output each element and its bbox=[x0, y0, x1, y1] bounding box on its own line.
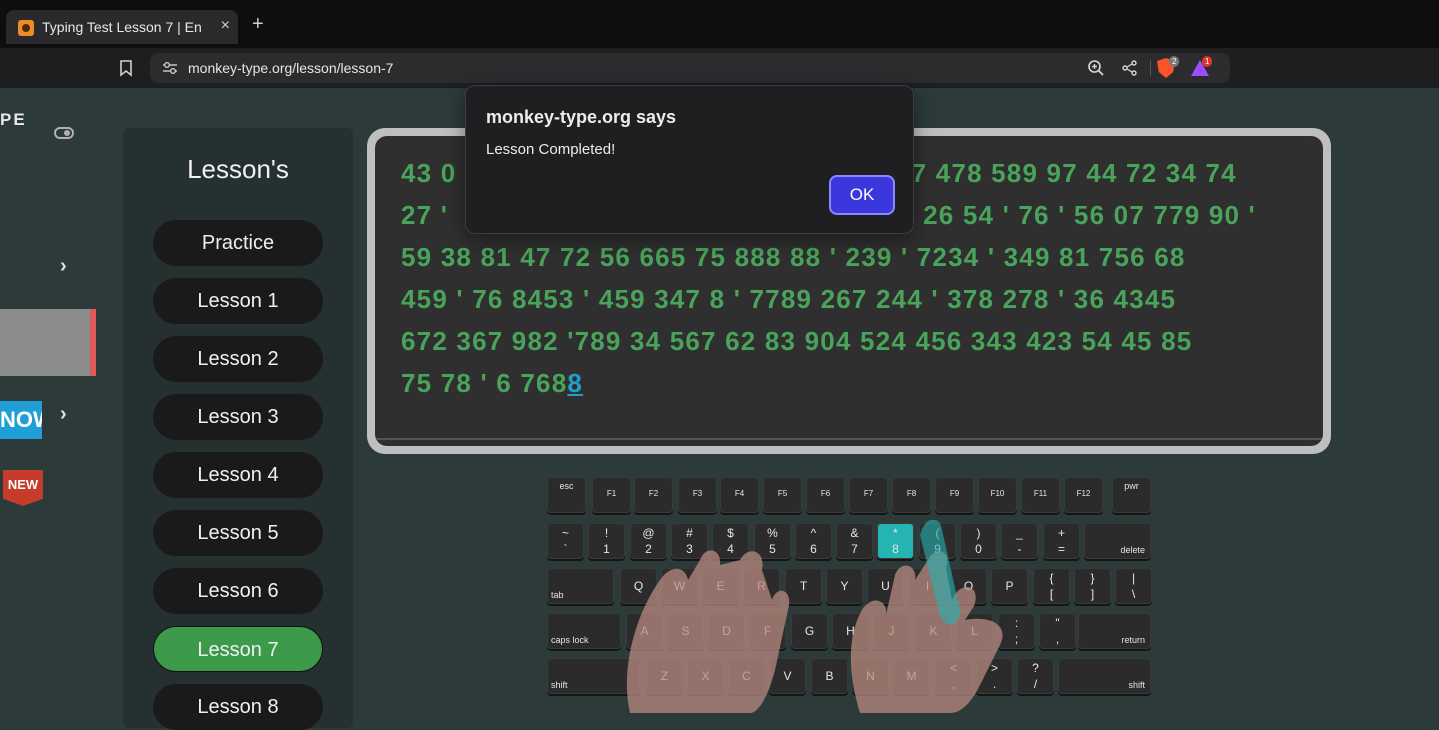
text-line-6-typed: 75 78 ' 6 768 bbox=[401, 368, 568, 398]
text-box-divider bbox=[375, 438, 1323, 440]
lesson-3-button[interactable]: Lesson 3 bbox=[153, 394, 323, 440]
key-`-label: ` bbox=[563, 542, 568, 556]
key-f9[interactable]: F9 bbox=[935, 477, 974, 513]
lesson-8-button[interactable]: Lesson 8 bbox=[153, 684, 323, 730]
chevron-right-icon[interactable]: › bbox=[60, 255, 67, 278]
monkey-favicon-icon bbox=[18, 20, 34, 36]
key-f5-label: F5 bbox=[777, 489, 788, 498]
lessons-heading: Lesson's bbox=[187, 154, 289, 184]
key-f11-label: F11 bbox=[1033, 489, 1048, 498]
text-line-1: 43 0 bbox=[401, 158, 456, 189]
lesson-7-button[interactable]: Lesson 7 bbox=[153, 626, 323, 672]
key-delete-label: delete bbox=[1120, 545, 1145, 555]
key-f10[interactable]: F10 bbox=[978, 477, 1017, 513]
key-f5[interactable]: F5 bbox=[763, 477, 802, 513]
key-f4[interactable]: F4 bbox=[720, 477, 759, 513]
key-\-label: | bbox=[1131, 571, 1136, 585]
key-`-label: ~ bbox=[561, 526, 569, 540]
key-pwr-label: pwr bbox=[1124, 481, 1139, 491]
key-shift-right-label: shift bbox=[1128, 680, 1145, 690]
lesson-practice-button[interactable]: Practice bbox=[153, 220, 323, 266]
key-shift-left-label: shift bbox=[551, 680, 568, 690]
tab-close-icon[interactable]: × bbox=[221, 17, 230, 35]
key-f3-label: F3 bbox=[692, 489, 703, 498]
hands-overlay bbox=[626, 520, 1003, 713]
site-settings-icon[interactable] bbox=[162, 61, 178, 75]
key-f11[interactable]: F11 bbox=[1021, 477, 1060, 513]
shields-count-badge: 2 bbox=[1169, 56, 1180, 67]
new-badge: NEW bbox=[3, 470, 43, 506]
text-line-5: 672 367 982 '789 34 567 62 83 904 524 45… bbox=[401, 326, 1193, 356]
key-f1-label: F1 bbox=[606, 489, 617, 498]
text-line-1-right: 67 478 589 97 44 72 34 74 bbox=[896, 158, 1237, 188]
key-shift-right[interactable]: shift bbox=[1058, 658, 1151, 694]
site-logo[interactable]: PE bbox=[0, 110, 27, 130]
tab-bar: Typing Test Lesson 7 | En × + bbox=[0, 0, 1439, 48]
key-esc[interactable]: esc bbox=[547, 477, 586, 513]
rewards-count-badge: 1 bbox=[1202, 56, 1213, 67]
lesson-5-button[interactable]: Lesson 5 bbox=[153, 510, 323, 556]
address-bar[interactable]: monkey-type.org/lesson/lesson-7 2 1 bbox=[150, 53, 1230, 83]
browser-tab[interactable]: Typing Test Lesson 7 | En × bbox=[6, 10, 238, 44]
browser-toolbar: monkey-type.org/lesson/lesson-7 2 1 bbox=[0, 48, 1439, 88]
cursor-character: 8 bbox=[567, 368, 584, 398]
key-\-label: \ bbox=[1131, 587, 1136, 601]
key-f7-label: F7 bbox=[863, 489, 874, 498]
key-]-label: } bbox=[1090, 571, 1095, 585]
key-f2[interactable]: F2 bbox=[634, 477, 673, 513]
key-esc-label: esc bbox=[559, 481, 574, 491]
dialog-title: monkey-type.org says bbox=[486, 107, 677, 127]
key-f12[interactable]: F12 bbox=[1064, 477, 1103, 513]
key-pwr[interactable]: pwr bbox=[1112, 477, 1151, 513]
sidebar-active-indicator bbox=[90, 309, 96, 376]
key-return-label: return bbox=[1121, 635, 1145, 645]
key-f2-label: F2 bbox=[648, 489, 659, 498]
lesson-2-button[interactable]: Lesson 2 bbox=[153, 336, 323, 382]
key-f7[interactable]: F7 bbox=[849, 477, 888, 513]
key-f1[interactable]: F1 bbox=[592, 477, 631, 513]
now-banner[interactable]: NOW bbox=[0, 401, 42, 439]
text-line-4: 459 ' 76 8453 ' 459 347 8 ' 7789 267 244… bbox=[401, 284, 1177, 314]
zoom-icon[interactable] bbox=[1087, 59, 1105, 77]
key-`[interactable]: ~ ` bbox=[547, 523, 584, 559]
lesson-1-button[interactable]: Lesson 1 bbox=[153, 278, 323, 324]
lessons-panel: Lesson's Practice Lesson 1 Lesson 2 Less… bbox=[123, 128, 353, 730]
key-f4-label: F4 bbox=[734, 489, 745, 498]
text-line-3: 59 38 81 47 72 56 665 75 888 88 ' 239 ' … bbox=[401, 242, 1186, 272]
lesson-4-button[interactable]: Lesson 4 bbox=[153, 452, 323, 498]
key-][interactable]: }] bbox=[1074, 568, 1111, 604]
key-f8[interactable]: F8 bbox=[892, 477, 931, 513]
text-line-1-left: 43 0 bbox=[401, 158, 457, 188]
bookmark-icon[interactable] bbox=[118, 59, 134, 77]
key-f3[interactable]: F3 bbox=[678, 477, 717, 513]
key-return[interactable]: return bbox=[1078, 613, 1151, 649]
key-]-label: ] bbox=[1090, 587, 1095, 601]
share-icon[interactable] bbox=[1121, 59, 1139, 77]
theme-toggle-icon[interactable] bbox=[54, 127, 74, 139]
text-line-2: 27 ' bbox=[401, 200, 449, 230]
alert-dialog: monkey-type.org says Lesson Completed! O… bbox=[465, 85, 914, 234]
ok-button[interactable]: OK bbox=[829, 175, 895, 215]
dialog-message: Lesson Completed! bbox=[486, 141, 616, 158]
chevron-right-icon[interactable]: › bbox=[60, 403, 67, 426]
text-line-2-right: 3 26 54 ' 76 ' 56 07 779 90 ' bbox=[899, 200, 1256, 230]
key-f12-label: F12 bbox=[1076, 489, 1091, 498]
text-line-6: 75 78 ' 6 7688 bbox=[401, 368, 583, 399]
key-f10-label: F10 bbox=[990, 489, 1005, 498]
key-\[interactable]: | \ bbox=[1115, 568, 1152, 604]
toolbar-separator bbox=[1150, 60, 1151, 76]
key-caps-lock-label: caps lock bbox=[551, 635, 589, 645]
tab-title: Typing Test Lesson 7 | En bbox=[42, 19, 202, 35]
key-f9-label: F9 bbox=[949, 489, 960, 498]
key-delete[interactable]: delete bbox=[1084, 523, 1151, 559]
url-text[interactable]: monkey-type.org/lesson/lesson-7 bbox=[188, 60, 393, 76]
key-f8-label: F8 bbox=[906, 489, 917, 498]
key-f6-label: F6 bbox=[820, 489, 831, 498]
key-f6[interactable]: F6 bbox=[806, 477, 845, 513]
lesson-6-button[interactable]: Lesson 6 bbox=[153, 568, 323, 614]
sidebar-active-item[interactable] bbox=[0, 309, 90, 376]
new-tab-button[interactable]: + bbox=[252, 14, 264, 34]
key-tab-label: tab bbox=[551, 590, 564, 600]
